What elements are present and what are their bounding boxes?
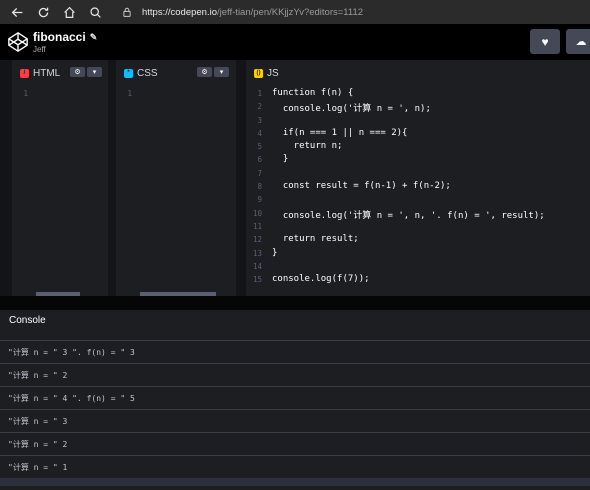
tab-css[interactable]: * CSS (118, 64, 164, 82)
js-code-content[interactable]: function f(n) { console.log('计算 n = ', n… (272, 88, 545, 287)
css-editor[interactable] (116, 60, 236, 296)
heart-icon: ♥ (541, 34, 549, 49)
line-number: 15 (252, 275, 262, 285)
tab-html-label: HTML (33, 67, 61, 79)
console-log-entry: "计算 n = " 3 ". f(n) = " 3 (0, 340, 590, 363)
css-line-number: 1 (127, 89, 132, 98)
code-line: return n; (272, 141, 343, 152)
html-icon: / (20, 68, 29, 78)
save-cloud-button[interactable]: ☁ (566, 29, 590, 54)
back-icon[interactable] (4, 0, 30, 24)
line-number: 1 (257, 89, 262, 98)
codepen-logo-icon[interactable] (7, 31, 29, 53)
browser-toolbar: https://codepen.io/jeff-tian/pen/KKjjzYv… (0, 0, 590, 24)
console-log-entry: "计算 n = " 1 (0, 455, 590, 478)
line-number: 13 (252, 248, 262, 258)
line-number: 5 (257, 142, 262, 152)
url-path: /jeff-tian/pen/KKjjzYv?editors=1112 (217, 6, 364, 18)
code-line: const result = f(n-1) + f(n-2); (272, 181, 451, 192)
console-divider[interactable] (0, 296, 590, 310)
code-line: if(n === 1 || n === 2){ (272, 127, 408, 138)
code-line: return result; (272, 234, 359, 245)
code-line: console.log(f(7)); (272, 274, 370, 285)
css-icon: * (124, 68, 133, 78)
editor-gutter-left (0, 60, 12, 296)
html-settings-button[interactable]: ⚙ (70, 67, 85, 77)
tab-js[interactable]: () JS (248, 64, 284, 82)
line-number: 4 (257, 128, 262, 138)
refresh-icon[interactable] (30, 0, 56, 24)
url-host: https://codepen.io (142, 6, 217, 18)
js-line-numbers: 1 2 3 4 5 6 7 8 9 10 11 12 13 14 15 (248, 89, 262, 288)
console-panel: Console "计算 n = " 1 "计算 n = " 3 ". f(n) =… (0, 296, 590, 490)
tab-js-label: JS (267, 67, 279, 79)
code-line: console.log('计算 n = ', n, '. f(n) = ', r… (272, 210, 545, 221)
css-collapse-button[interactable]: ▾ (214, 67, 229, 77)
pen-title[interactable]: fibonacci (33, 30, 86, 44)
line-number: 10 (252, 208, 262, 218)
tab-html[interactable]: / HTML (14, 64, 68, 82)
line-number: 6 (257, 155, 262, 165)
code-line: } (272, 154, 289, 165)
pen-author[interactable]: Jeff (33, 45, 97, 54)
resizer[interactable] (236, 60, 246, 296)
address-bar[interactable]: https://codepen.io/jeff-tian/pen/KKjjzYv… (122, 2, 590, 22)
cloud-icon: ☁ (575, 36, 587, 48)
html-collapse-button[interactable]: ▾ (87, 67, 102, 77)
heart-button[interactable]: ♥ (530, 29, 560, 54)
code-line: } (272, 247, 278, 258)
line-number: 7 (257, 168, 262, 178)
js-icon: () (254, 68, 263, 78)
line-number: 8 (257, 182, 262, 192)
css-settings-button[interactable]: ⚙ (197, 67, 212, 77)
line-number: 9 (257, 195, 262, 205)
line-number: 11 (252, 221, 262, 231)
code-line: console.log('计算 n = ', n); (272, 104, 431, 115)
lock-icon (123, 7, 131, 17)
line-number: 14 (252, 261, 262, 271)
resizer[interactable] (108, 60, 116, 296)
edit-pencil-icon[interactable]: ✎ (90, 32, 98, 43)
console-log-entry: "计算 n = " 2 (0, 432, 590, 455)
tab-css-label: CSS (137, 67, 158, 79)
code-line: function f(n) { (272, 88, 354, 98)
line-number: 12 (252, 235, 262, 245)
console-log-entry: "计算 n = " 2 (0, 363, 590, 386)
line-number: 2 (257, 102, 262, 112)
console-title[interactable]: Console (0, 310, 590, 330)
console-log-entry: "计算 n = " 4 ". f(n) = " 5 (0, 386, 590, 409)
line-number: 3 (257, 115, 262, 125)
console-input-bar[interactable] (0, 478, 590, 486)
pen-header: fibonacci ✎ Jeff ♥ ☁ (0, 24, 590, 60)
search-icon[interactable] (82, 0, 108, 24)
home-icon[interactable] (56, 0, 82, 24)
console-log-entry: "计算 n = " 3 (0, 409, 590, 432)
html-line-number: 1 (23, 89, 28, 98)
